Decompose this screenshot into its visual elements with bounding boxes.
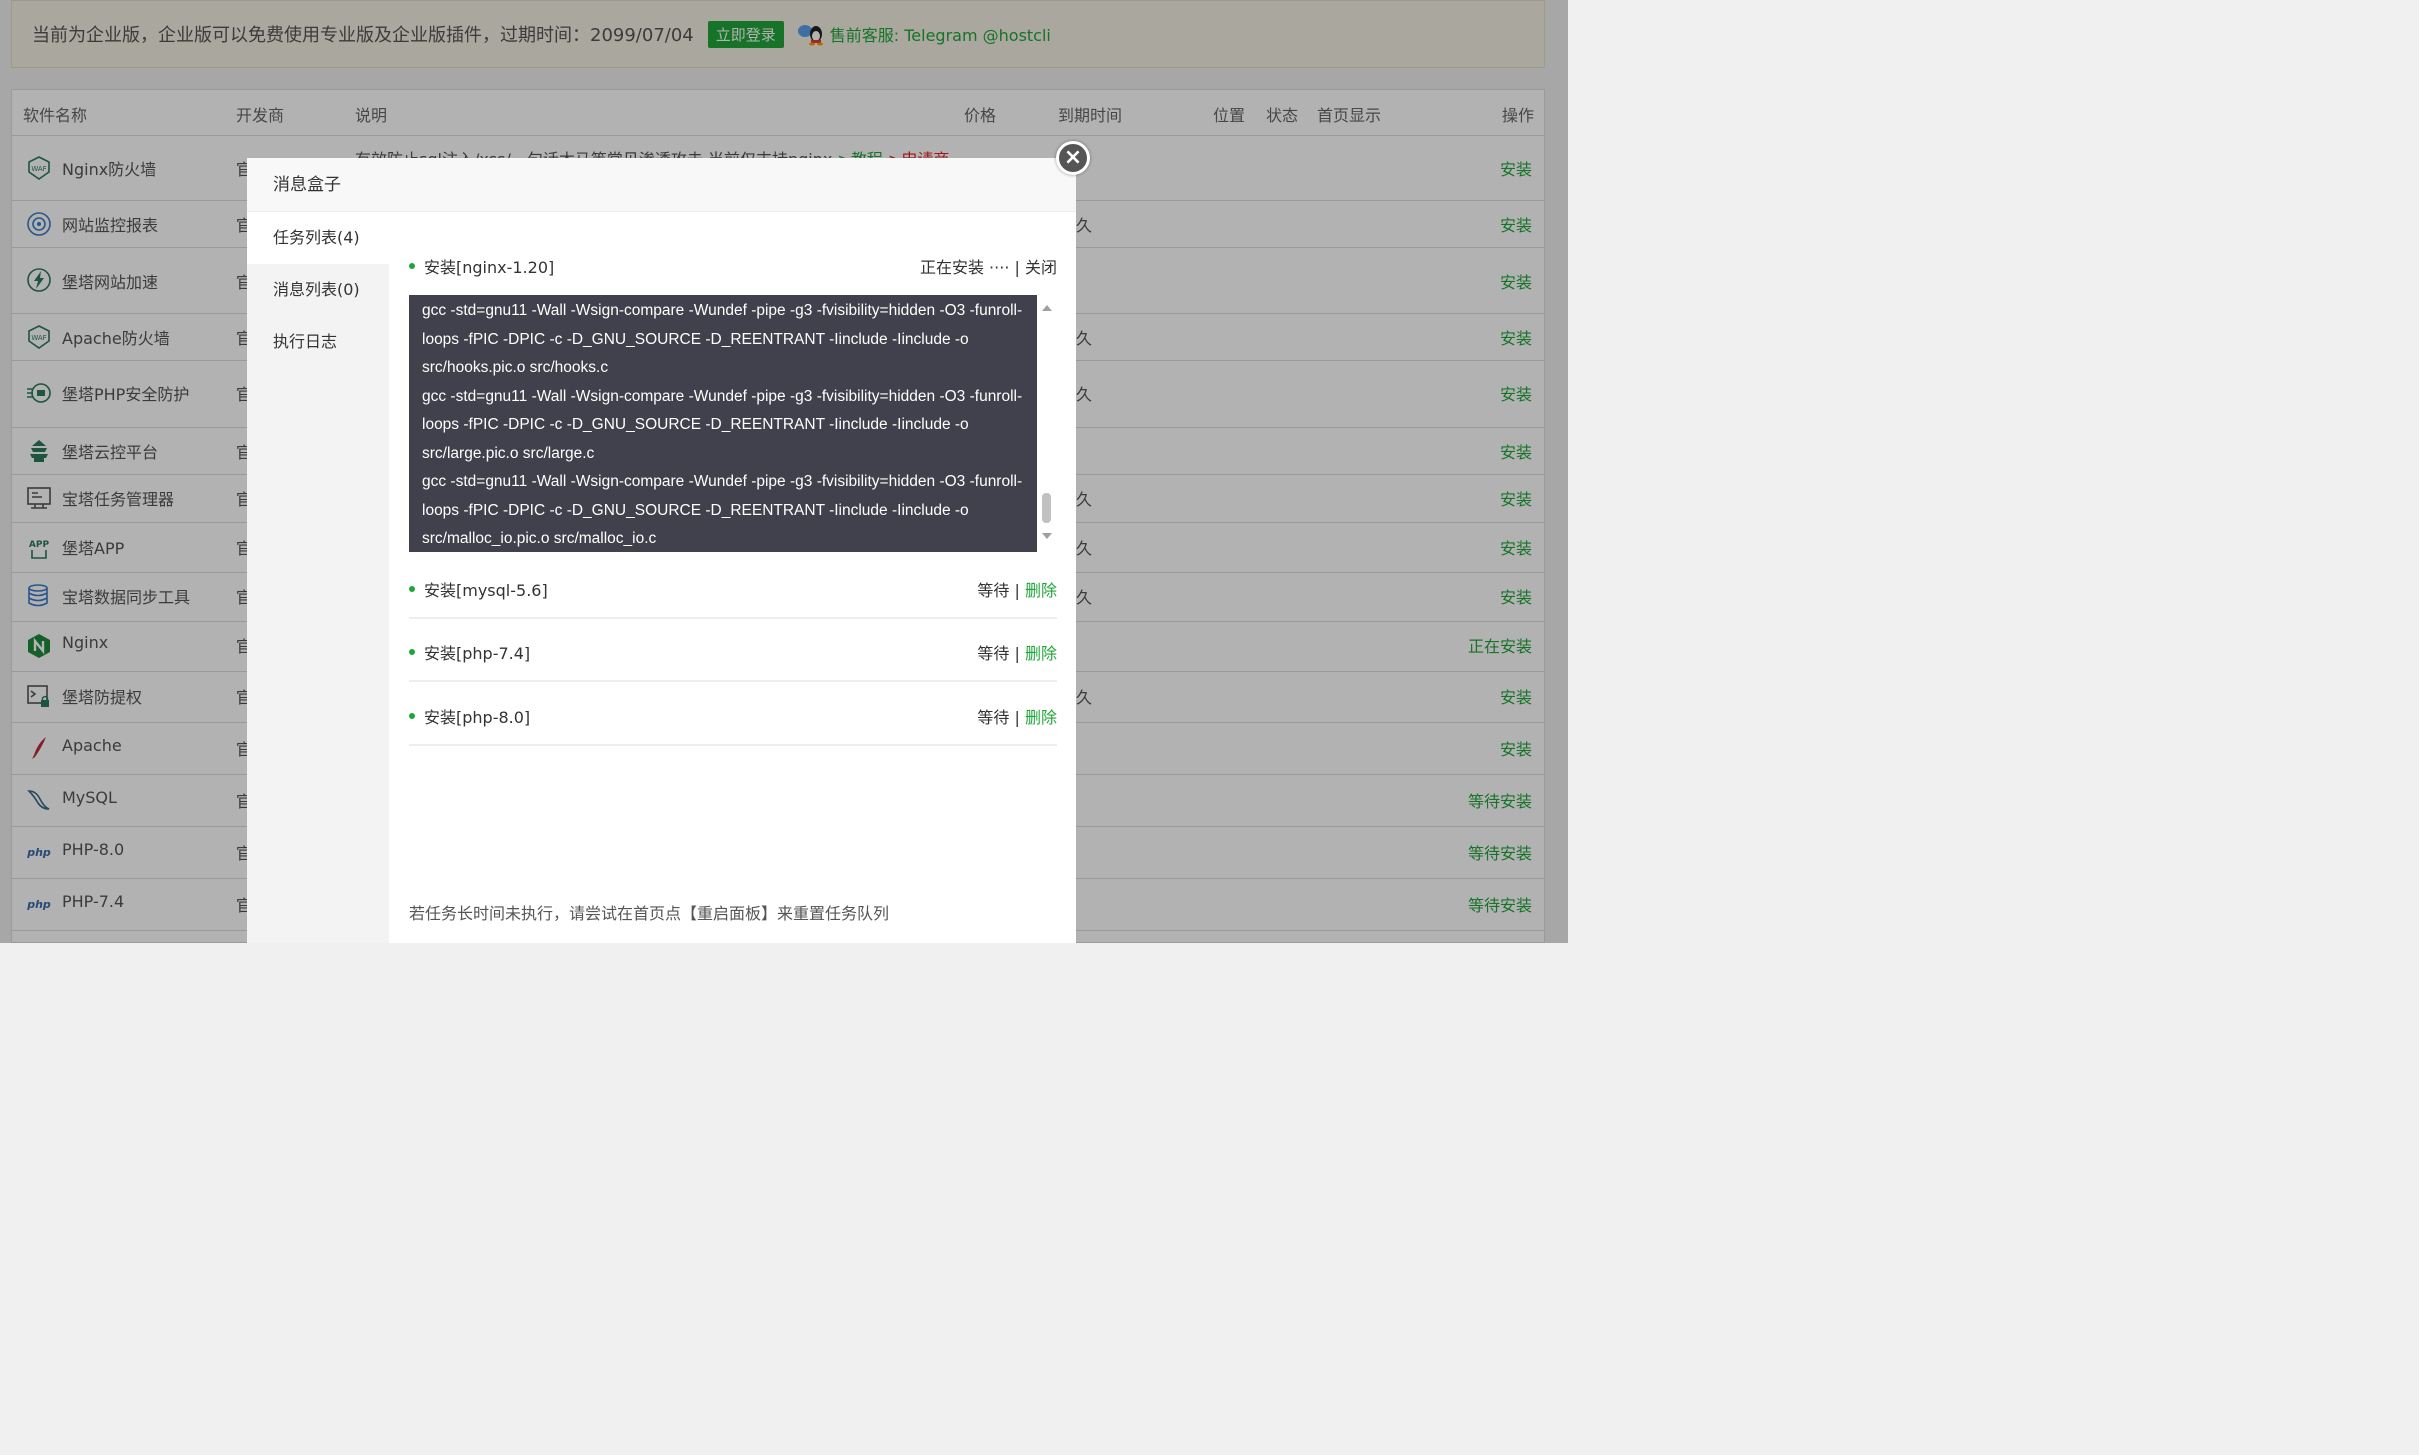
task-item: 安装[nginx-1.20] 正在安装 ···· | 关闭	[409, 254, 1057, 278]
modal-title: 消息盒子	[247, 158, 1076, 212]
separator: |	[1014, 644, 1020, 663]
delete-task-link[interactable]: 删除	[1025, 644, 1057, 663]
task-name: 安装[php-8.0]	[424, 708, 531, 727]
task-controls: 等待 | 删除	[977, 577, 1057, 601]
task-item: 安装[php-8.0] 等待 | 删除	[409, 704, 1057, 746]
separator: |	[1014, 708, 1020, 727]
task-controls: 正在安装 ···· | 关闭	[920, 254, 1057, 278]
task-status: 等待	[977, 581, 1010, 600]
task-name: 安装[nginx-1.20]	[424, 258, 555, 277]
modal-close-icon[interactable]: ×	[1056, 141, 1090, 175]
task-controls: 等待 | 删除	[977, 704, 1057, 728]
tab-exec-log[interactable]: 执行日志	[247, 316, 389, 368]
delete-task-link[interactable]: 删除	[1025, 708, 1057, 727]
tab-message-list[interactable]: 消息列表(0)	[247, 264, 389, 316]
task-controls: 等待 | 删除	[977, 640, 1057, 664]
log-scrollbar[interactable]	[1037, 295, 1056, 552]
status-dot	[409, 263, 415, 269]
task-status: 等待	[977, 708, 1010, 727]
close-task-link[interactable]: 关闭	[1025, 258, 1057, 277]
message-box-modal: 消息盒子 任务列表(4) 消息列表(0) 执行日志 安装[nginx-1.20]…	[247, 158, 1076, 943]
task-status: 正在安装 ····	[919, 258, 1010, 277]
separator: |	[1014, 258, 1020, 277]
scroll-down-arrow-icon[interactable]	[1042, 533, 1052, 539]
task-status: 等待	[977, 644, 1010, 663]
status-dot	[409, 649, 415, 655]
delete-task-link[interactable]: 删除	[1025, 581, 1057, 600]
task-name: 安装[php-7.4]	[424, 644, 531, 663]
log-line: gcc -std=gnu11 -Wall -Wsign-compare -Wun…	[422, 473, 1023, 547]
task-queue-tip: 若任务长时间未执行，请尝试在首页点【重启面板】来重置任务队列	[409, 904, 890, 923]
log-line: gcc -std=gnu11 -Wall -Wsign-compare -Wun…	[422, 387, 1023, 462]
tab-task-list[interactable]: 任务列表(4)	[247, 212, 389, 264]
log-line: gcc -std=gnu11 -Wall -Wsign-compare -Wun…	[422, 302, 1023, 376]
separator: |	[1014, 581, 1020, 600]
task-item: 安装[mysql-5.6] 等待 | 删除	[409, 577, 1057, 619]
scroll-thumb[interactable]	[1042, 493, 1051, 523]
task-name: 安装[mysql-5.6]	[424, 581, 548, 600]
install-log-console[interactable]: gcc -std=gnu11 -Wall -Wsign-compare -Wun…	[409, 295, 1037, 552]
modal-sidebar: 任务列表(4) 消息列表(0) 执行日志	[247, 212, 389, 943]
status-dot	[409, 713, 415, 719]
status-dot	[409, 586, 415, 592]
task-item: 安装[php-7.4] 等待 | 删除	[409, 640, 1057, 682]
scroll-up-arrow-icon[interactable]	[1042, 305, 1052, 311]
